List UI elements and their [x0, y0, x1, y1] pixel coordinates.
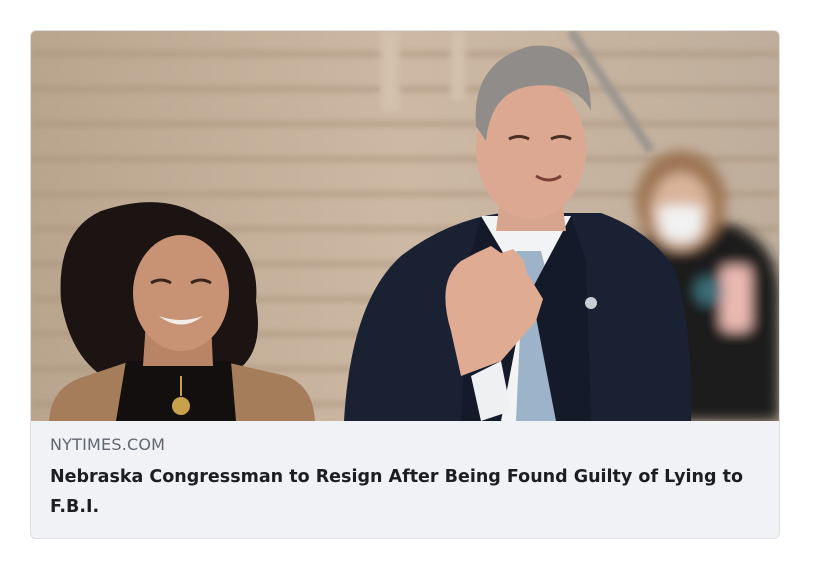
- link-preview-meta[interactable]: NYTIMES.COM Nebraska Congressman to Resi…: [31, 421, 779, 538]
- source-domain: NYTIMES.COM: [50, 435, 166, 454]
- article-photo[interactable]: [31, 31, 779, 421]
- article-headline[interactable]: Nebraska Congressman to Resign After Bei…: [50, 462, 750, 522]
- link-preview-card[interactable]: NYTIMES.COM Nebraska Congressman to Resi…: [30, 30, 780, 539]
